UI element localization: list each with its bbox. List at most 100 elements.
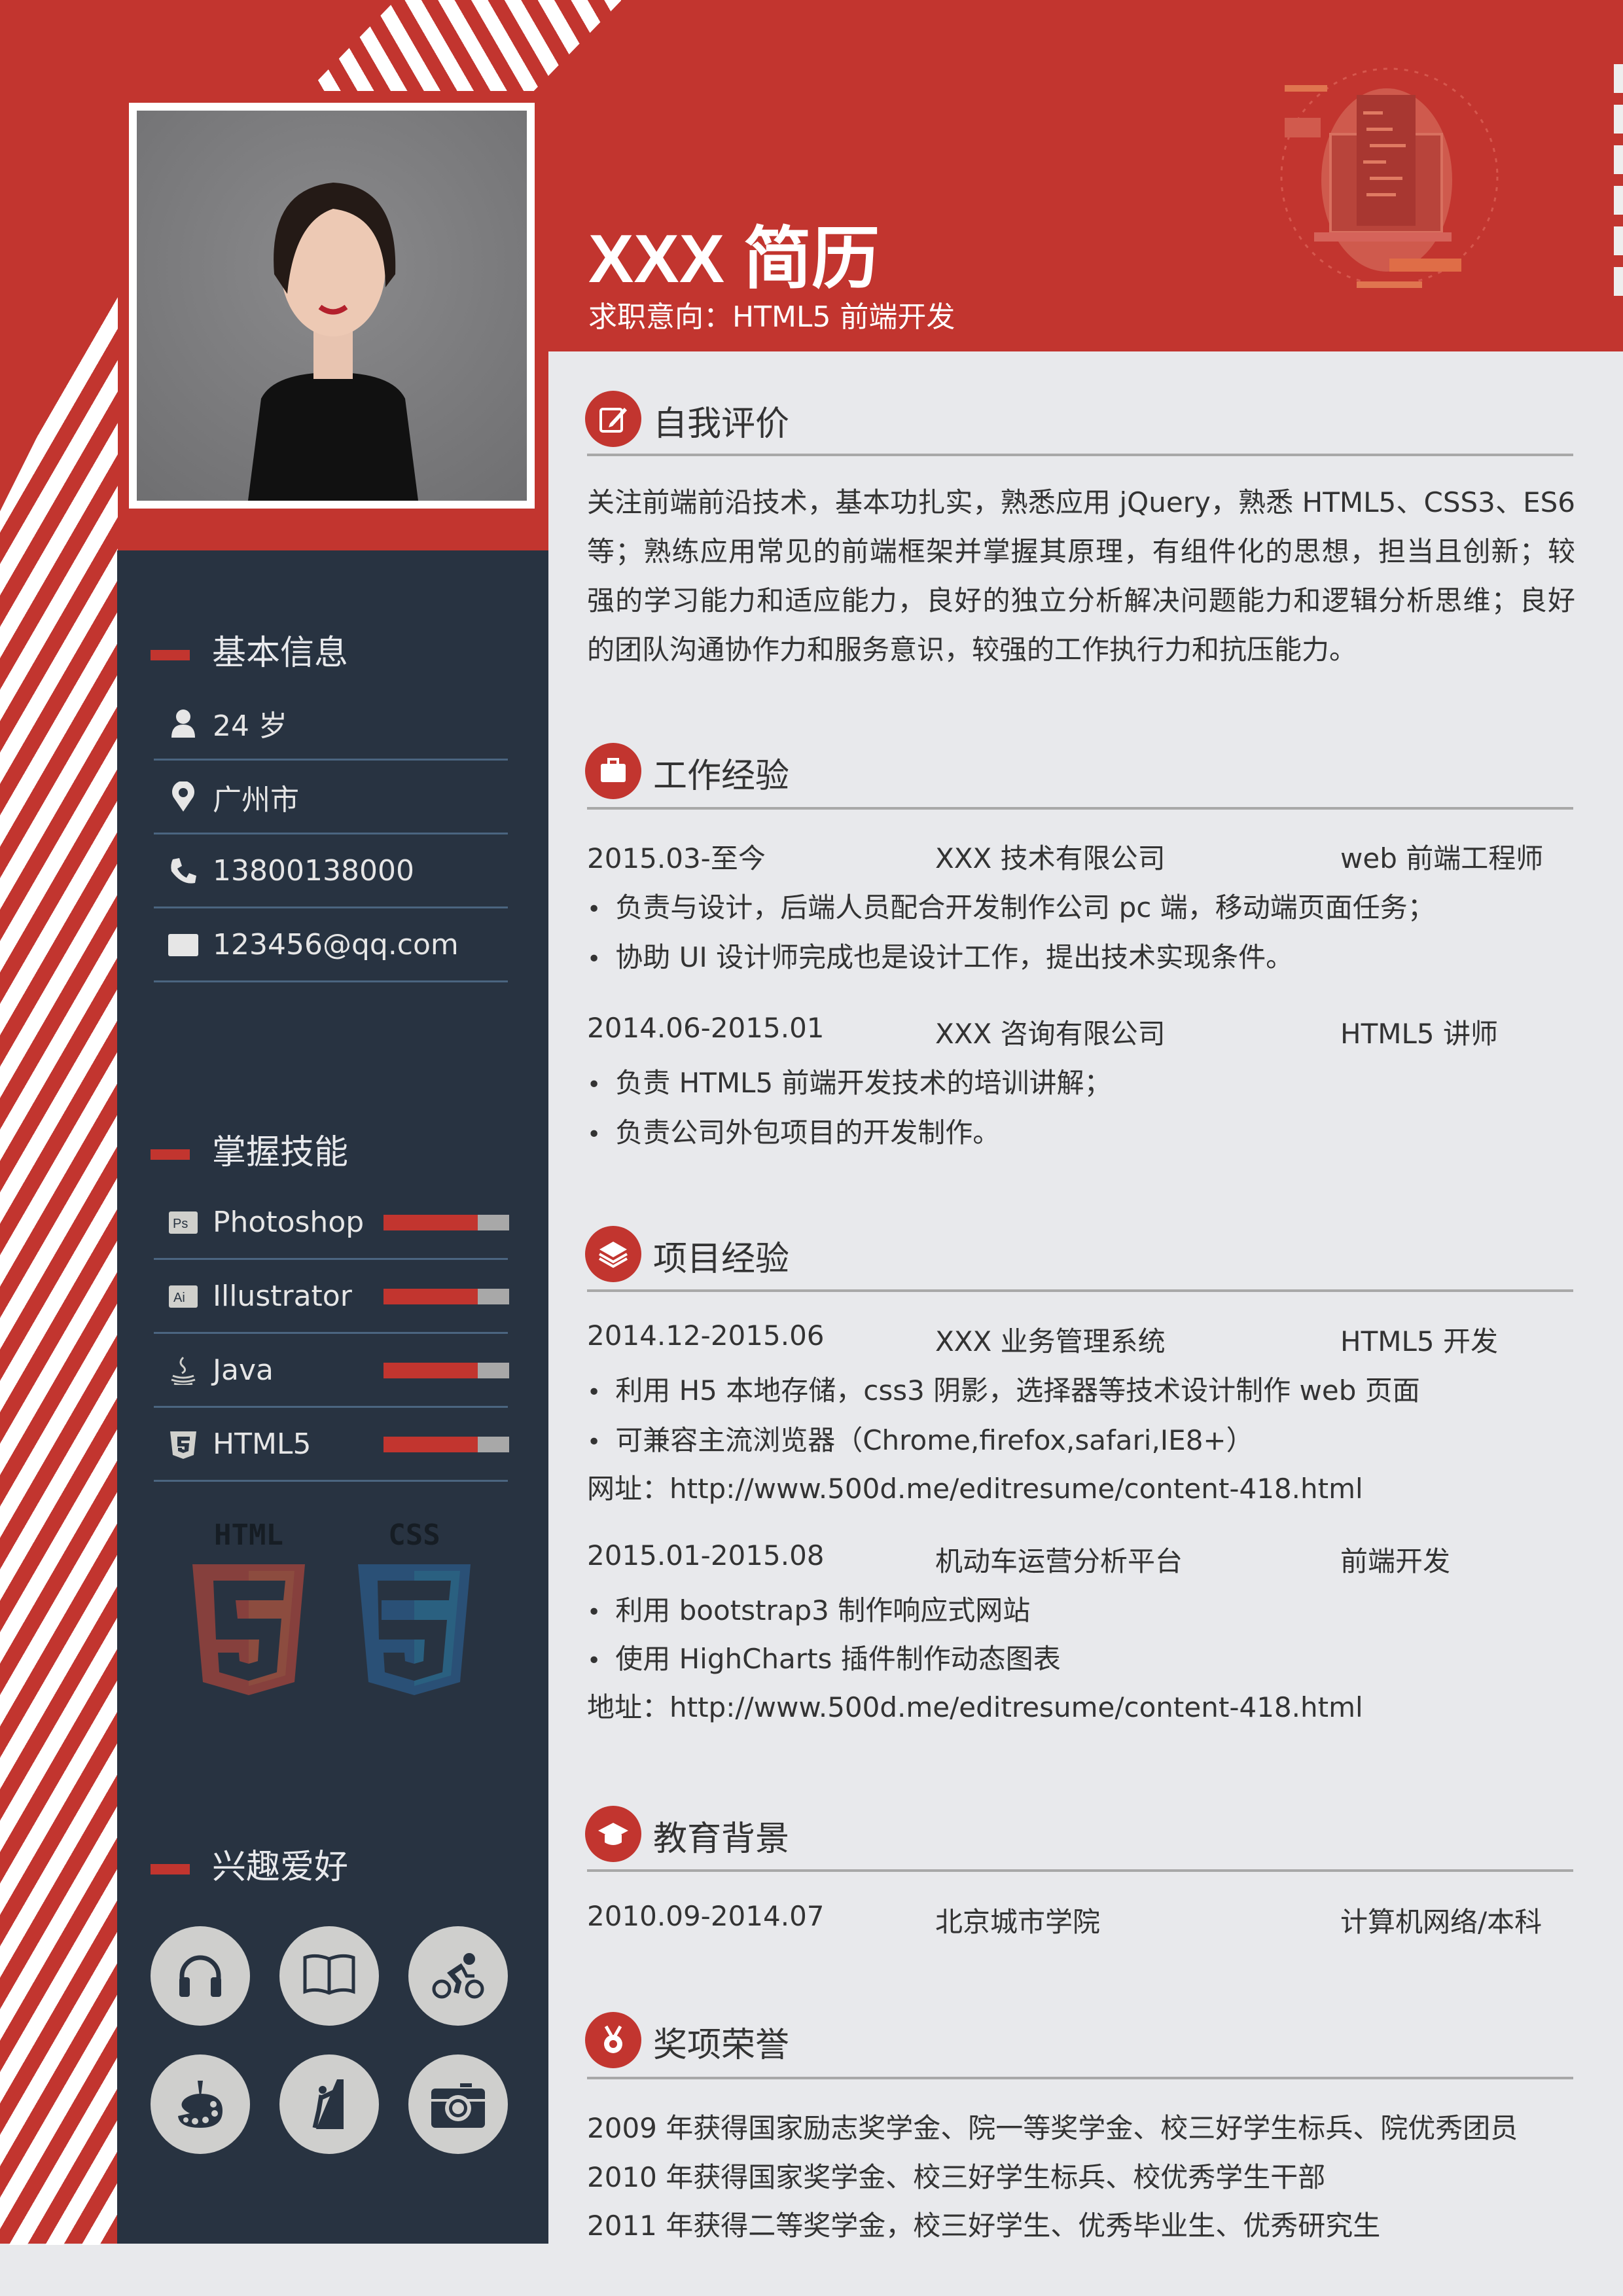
work-company: XXX 技术有限公司 — [935, 842, 1166, 874]
edge-mark — [1614, 145, 1623, 174]
project-bullet: 可兼容主流浏览器（Chrome,firefox,safari,IE8+） — [587, 1418, 1253, 1458]
illustrator-icon: Ai — [154, 1285, 213, 1308]
skill-row-illustrator: Ai Illustrator — [154, 1261, 509, 1334]
project-role: 前端开发 — [1340, 1545, 1451, 1577]
project-bullet: 利用 bootstrap3 制作响应式网站 — [587, 1588, 1030, 1628]
skill-level-fill — [383, 1362, 478, 1378]
job-intent: 求职意向：HTML5 前端开发 — [588, 300, 955, 334]
info-row-phone: 13800138000 — [154, 835, 508, 908]
award-item: 2010 年获得国家奖学金、校三好学生标兵、校优秀学生干部 — [587, 2161, 1326, 2193]
work-bullet: 协助 UI 设计师完成也是设计工作，提出技术实现条件。 — [587, 935, 1293, 975]
skill-row-html5: HTML5 — [154, 1408, 509, 1482]
skill-name: Java — [213, 1354, 274, 1387]
location-icon — [154, 781, 213, 813]
education-date: 2010.09-2014.07 — [587, 1900, 825, 1932]
painting-icon — [151, 2054, 250, 2154]
work-bullet: 负责 HTML5 前端开发技术的培训讲解； — [587, 1061, 1111, 1101]
age-text: 24 岁 — [213, 709, 287, 743]
awards-title: 奖项荣誉 — [653, 2026, 790, 2065]
info-row-email: 123456@qq.com — [154, 909, 508, 982]
skill-name: Illustrator — [213, 1280, 352, 1313]
profile-photo — [137, 111, 527, 501]
code-laptop-illustration — [1280, 67, 1499, 288]
heading-marker — [151, 650, 190, 660]
award-item: 2011 年获得二等奖学金，校三好学生、优秀毕业生、优秀研究生 — [587, 2210, 1381, 2242]
svg-text:Ai: Ai — [173, 1291, 185, 1305]
education-major: 计算机网络/本科 — [1340, 1906, 1543, 1938]
layers-icon — [585, 1226, 641, 1282]
heading-marker — [151, 1149, 190, 1160]
user-icon — [154, 709, 213, 738]
phone-icon — [154, 857, 213, 886]
project-date: 2015.01-2015.08 — [587, 1539, 825, 1571]
edge-mark — [1614, 186, 1623, 215]
graduation-cap-icon — [585, 1806, 641, 1862]
profile-photo-frame — [129, 103, 535, 509]
self-eval-title: 自我评价 — [653, 404, 790, 444]
html5-icon — [154, 1430, 213, 1459]
svg-text:CSS: CSS — [388, 1518, 440, 1552]
skills-heading: 掌握技能 — [151, 1124, 348, 1174]
work-company: XXX 咨询有限公司 — [935, 1018, 1166, 1050]
info-row-age: 24 岁 — [154, 687, 508, 761]
skills-title: 掌握技能 — [212, 1133, 349, 1172]
edge-mark — [1614, 267, 1623, 296]
skill-level-bar — [383, 1214, 509, 1230]
project-bullet: 使用 HighCharts 插件制作动态图表 — [587, 1637, 1061, 1677]
skill-row-java: Java — [154, 1335, 509, 1408]
section-divider — [587, 2077, 1573, 2079]
cycling-icon — [408, 1926, 508, 2026]
skill-level-fill — [383, 1214, 478, 1230]
skill-level-bar — [383, 1362, 509, 1378]
info-row-city: 广州市 — [154, 761, 508, 834]
work-role: web 前端工程师 — [1340, 842, 1544, 874]
project-link[interactable]: 网址：http://www.500d.me/editresume/content… — [587, 1467, 1363, 1507]
self-eval-text: 关注前端前沿技术，基本功扎实，熟悉应用 jQuery，熟悉 HTML5、CSS3… — [587, 486, 1575, 666]
project-link[interactable]: 地址：http://www.500d.me/editresume/content… — [587, 1685, 1363, 1725]
medal-icon — [585, 2012, 641, 2068]
climbing-icon — [279, 2054, 379, 2154]
skill-level-bar — [383, 1436, 509, 1452]
edge-mark — [1614, 64, 1623, 93]
skill-name: Photoshop — [213, 1206, 365, 1239]
svg-text:Ps: Ps — [173, 1217, 188, 1231]
city-text: 广州市 — [213, 783, 299, 817]
work-title: 工作经验 — [653, 757, 790, 796]
resume-title: XXX 简历 — [588, 221, 880, 297]
section-divider — [587, 807, 1573, 810]
basic-info-heading: 基本信息 — [151, 625, 348, 674]
project-name: XXX 业务管理系统 — [935, 1325, 1166, 1357]
project-role: HTML5 开发 — [1340, 1325, 1498, 1357]
mail-icon — [154, 933, 213, 957]
work-date: 2015.03-至今 — [587, 842, 766, 874]
skill-level-fill — [383, 1288, 478, 1304]
hobbies-heading: 兴趣爱好 — [151, 1839, 348, 1888]
section-divider — [587, 1869, 1573, 1872]
project-date: 2014.12-2015.06 — [587, 1319, 825, 1352]
award-item: 2009 年获得国家励志奖学金、院一等奖学金、校三好学生标兵、院优秀团员 — [587, 2112, 1518, 2144]
phone-text: 13800138000 — [213, 854, 414, 888]
work-date: 2014.06-2015.01 — [587, 1012, 825, 1044]
projects-title: 项目经验 — [653, 1240, 790, 1279]
work-bullet: 负责与设计，后端人员配合开发制作公司 pc 端，移动端页面任务； — [587, 886, 1435, 925]
basic-info-title: 基本信息 — [212, 634, 349, 673]
edge-mark — [1614, 226, 1623, 255]
work-bullet: 负责公司外包项目的开发制作。 — [587, 1111, 1000, 1151]
headphones-icon — [151, 1926, 250, 2026]
edit-icon — [585, 391, 641, 447]
edge-mark — [1614, 105, 1623, 134]
html5-logo: HTML — [192, 1518, 305, 1695]
heading-marker — [151, 1864, 190, 1874]
email-text: 123456@qq.com — [213, 928, 459, 961]
project-name: 机动车运营分析平台 — [935, 1545, 1183, 1577]
book-icon — [279, 1926, 379, 2026]
skill-level-fill — [383, 1436, 478, 1452]
skill-row-photoshop: Ps Photoshop — [154, 1187, 509, 1260]
project-bullet: 利用 H5 本地存储，css3 阴影，选择器等技术设计制作 web 页面 — [587, 1369, 1420, 1408]
education-title: 教育背景 — [653, 1820, 790, 1859]
svg-text:HTML: HTML — [214, 1518, 283, 1552]
briefcase-icon — [585, 743, 641, 799]
java-icon — [154, 1356, 213, 1385]
section-divider — [587, 454, 1573, 456]
photoshop-icon: Ps — [154, 1211, 213, 1234]
